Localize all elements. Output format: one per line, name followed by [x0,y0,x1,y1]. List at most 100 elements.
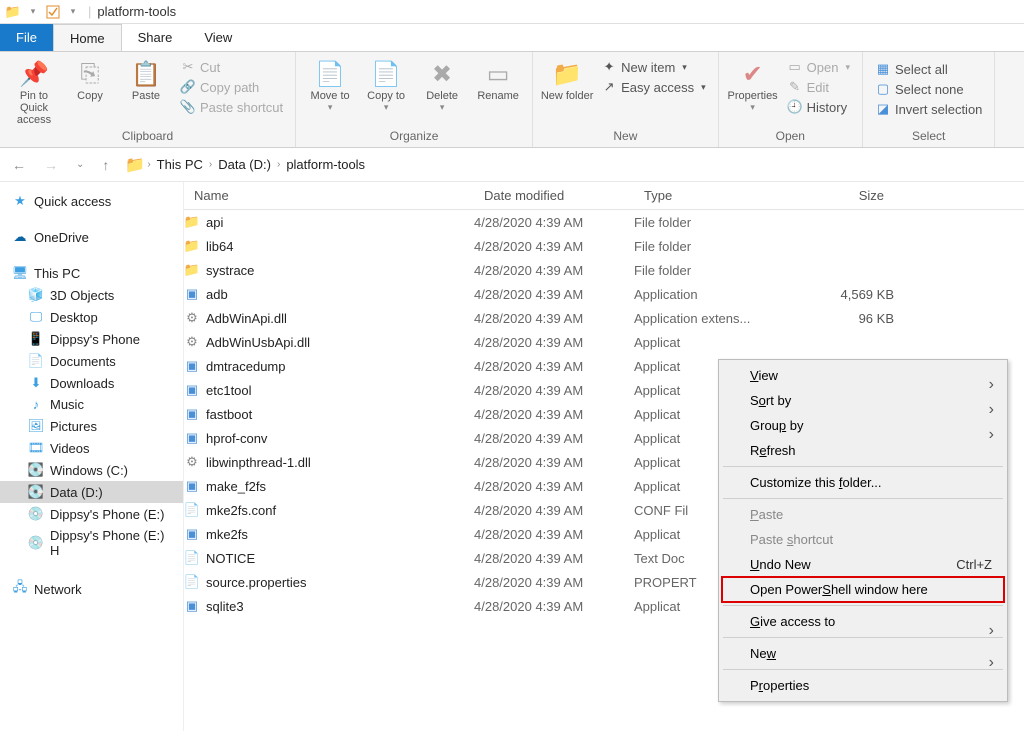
rename-button[interactable]: ▭Rename [470,56,526,102]
file-type: File folder [634,263,794,278]
exe-icon: ▣ [184,526,200,542]
group-label-open: Open [719,127,862,147]
copy-path-button[interactable]: 🔗Copy path [178,78,285,96]
file-row[interactable]: 📁systrace4/28/2020 4:39 AMFile folder [184,258,1024,282]
up-button[interactable]: ↑ [96,153,115,177]
file-type: Application extens... [634,311,794,326]
menu-paste-shortcut[interactable]: Paste shortcut [722,527,1004,552]
ribbon-tabs: File Home Share View [0,24,1024,52]
delete-button[interactable]: ✖Delete [414,56,470,113]
file-name: api [206,215,223,230]
open-button[interactable]: ▭Open▾ [785,58,852,76]
sidebar-item-desktop[interactable]: 🖵Desktop [0,306,183,328]
breadcrumb-item[interactable]: This PC [153,157,207,172]
sidebar-this-pc[interactable]: 🖥This PC [0,262,183,284]
exe-icon: ▣ [184,286,200,302]
recent-dropdown[interactable]: ⌄ [70,155,90,174]
sidebar-item-pictures[interactable]: 🖼Pictures [0,415,183,437]
sidebar-item-3d-objects[interactable]: 🧊3D Objects [0,284,183,306]
sidebar-item-downloads[interactable]: ⬇Downloads [0,372,183,394]
sidebar-item-documents[interactable]: 📄Documents [0,350,183,372]
menu-open-powershell[interactable]: Open PowerShell window here [722,577,1004,602]
sidebar-item-phone[interactable]: 📱Dippsy's Phone [0,328,183,350]
file-name: sqlite3 [206,599,244,614]
tab-home[interactable]: Home [53,24,122,51]
tab-view[interactable]: View [188,24,248,51]
copy-button[interactable]: ⎘Copy [62,56,118,102]
file-date: 4/28/2020 4:39 AM [474,455,634,470]
paste-button[interactable]: 📋Paste [118,56,174,102]
sidebar-item-phone-e[interactable]: 💿Dippsy's Phone (E:) [0,503,183,525]
sidebar-item-phone-e-h[interactable]: 💿Dippsy's Phone (E:) H [0,525,183,561]
title-bar: 📁 ▾ ▾ | platform-tools [0,0,1024,24]
folder-icon: 📁 [184,262,200,278]
breadcrumb-item[interactable]: platform-tools [282,157,369,172]
dll-icon: ⚙ [184,454,200,470]
invert-selection-button[interactable]: ◪Invert selection [873,100,984,118]
menu-new[interactable]: New [722,641,1004,666]
forward-button[interactable]: → [38,153,64,177]
file-size: 96 KB [794,311,894,326]
select-all-button[interactable]: ▦Select all [873,60,984,78]
group-label-organize: Organize [296,127,532,147]
column-headers[interactable]: Name Date modified Type Size [184,182,1024,210]
edit-button[interactable]: ✎Edit [785,78,852,96]
menu-undo-new[interactable]: Undo NewCtrl+Z [722,552,1004,577]
file-date: 4/28/2020 4:39 AM [474,287,634,302]
breadcrumb-item[interactable]: Data (D:) [214,157,275,172]
file-row[interactable]: ⚙AdbWinUsbApi.dll4/28/2020 4:39 AMApplic… [184,330,1024,354]
file-name: adb [206,287,228,302]
folder-icon: 📁 [4,3,22,21]
tab-share[interactable]: Share [122,24,189,51]
menu-paste[interactable]: Paste [722,502,1004,527]
history-button[interactable]: 🕘History [785,98,852,116]
header-name: Name [184,188,474,203]
qat-dropdown-2[interactable]: ▾ [64,3,82,21]
menu-properties[interactable]: Properties [722,673,1004,698]
sidebar-item-videos[interactable]: 🎞Videos [0,437,183,459]
exe-icon: ▣ [184,478,200,494]
sidebar-quick-access[interactable]: ★Quick access [0,190,183,212]
file-name: fastboot [206,407,252,422]
exe-icon: ▣ [184,406,200,422]
exe-icon: ▣ [184,358,200,374]
menu-view[interactable]: View [722,363,1004,388]
sidebar-item-windows-c[interactable]: 💽Windows (C:) [0,459,183,481]
file-name: mke2fs.conf [206,503,276,518]
back-button[interactable]: ← [6,153,32,177]
menu-group-by[interactable]: Group by [722,413,1004,438]
tab-file[interactable]: File [0,24,53,51]
menu-refresh[interactable]: Refresh [722,438,1004,463]
qat-properties-icon[interactable] [44,3,62,21]
new-folder-button[interactable]: 📁New folder [539,56,595,102]
sidebar-onedrive[interactable]: ☁OneDrive [0,226,183,248]
easy-access-button[interactable]: ↗Easy access▾ [599,78,708,96]
menu-give-access-to[interactable]: Give access to [722,609,1004,634]
file-size: 4,569 KB [794,287,894,302]
qat-dropdown[interactable]: ▾ [24,3,42,21]
menu-customize-folder[interactable]: Customize this folder... [722,470,1004,495]
menu-sort-by[interactable]: Sort by [722,388,1004,413]
header-date: Date modified [474,188,634,203]
prop-icon: 📄 [184,574,200,590]
copy-to-button[interactable]: 📄Copy to [358,56,414,113]
ribbon: 📌Pin to Quick access ⎘Copy 📋Paste ✂Cut 🔗… [0,52,1024,148]
group-label-select: Select [863,127,994,147]
select-none-button[interactable]: ▢Select none [873,80,984,98]
properties-button[interactable]: ✔Properties [725,56,781,113]
cut-button[interactable]: ✂Cut [178,58,285,76]
file-row[interactable]: ⚙AdbWinApi.dll4/28/2020 4:39 AMApplicati… [184,306,1024,330]
file-row[interactable]: ▣adb4/28/2020 4:39 AMApplication4,569 KB [184,282,1024,306]
sidebar-network[interactable]: 🖧Network [0,575,183,603]
sidebar-item-music[interactable]: ♪Music [0,394,183,415]
txt-icon: 📄 [184,550,200,566]
new-item-button[interactable]: ✦New item▾ [599,58,708,76]
breadcrumb[interactable]: 📁 › This PC› Data (D:)› platform-tools [121,152,373,178]
move-to-button[interactable]: 📄Move to [302,56,358,113]
file-row[interactable]: 📁api4/28/2020 4:39 AMFile folder [184,210,1024,234]
file-row[interactable]: 📁lib644/28/2020 4:39 AMFile folder [184,234,1024,258]
pin-to-quick-access-button[interactable]: 📌Pin to Quick access [6,56,62,126]
sidebar-item-data-d[interactable]: 💽Data (D:) [0,481,183,503]
file-type: File folder [634,239,794,254]
paste-shortcut-button[interactable]: 📎Paste shortcut [178,98,285,116]
